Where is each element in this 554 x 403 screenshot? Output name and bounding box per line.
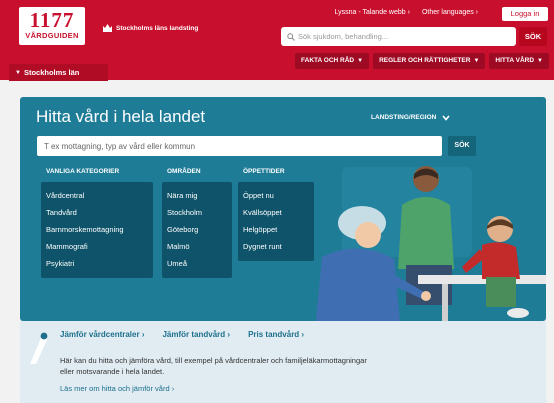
area-goteborg[interactable]: Göteborg bbox=[162, 221, 232, 238]
site-header: 1177 VÅRDGUIDEN Stockholms läns landstin… bbox=[0, 0, 554, 81]
region-tab-label: Stockholms län bbox=[23, 68, 80, 77]
nav-regler-label: REGLER OCH RÄTTIGHETER bbox=[379, 57, 471, 64]
logo[interactable]: 1177 VÅRDGUIDEN bbox=[19, 7, 85, 45]
hours-helgoppet[interactable]: Helgöppet bbox=[238, 221, 314, 238]
nav-hitta-label: HITTA VÅRD bbox=[495, 57, 535, 64]
area-nara-mig[interactable]: Nära mig bbox=[162, 187, 232, 204]
other-languages-label: Other languages bbox=[421, 9, 474, 16]
find-care-panel: Hitta vård i hela landet LANDSTING/REGIO… bbox=[20, 97, 546, 321]
hours-kvallsoppet[interactable]: Kvällsöppet bbox=[238, 204, 314, 221]
chevron-down-icon: ▼ bbox=[15, 69, 21, 76]
compare-links: Jämför vårdcentraler › Jämför tandvård ›… bbox=[60, 330, 304, 339]
listen-link[interactable]: Lyssna - Talande webb › bbox=[334, 9, 410, 16]
page-title: Hitta vård i hela landet bbox=[36, 107, 206, 126]
county-crown-icon bbox=[103, 24, 112, 32]
category-tandvard[interactable]: Tandvård bbox=[41, 204, 153, 221]
logo-text: VÅRDGUIDEN bbox=[25, 31, 79, 40]
main-nav: FAKTA OCH RÅD ▼ REGLER OCH RÄTTIGHETER ▼… bbox=[295, 53, 549, 69]
logo-number: 1177 bbox=[29, 8, 75, 32]
area-umea[interactable]: Umeå bbox=[162, 255, 232, 272]
region-selector-label: LANDSTING/REGION bbox=[371, 114, 437, 121]
site-search-button[interactable]: SÖK bbox=[519, 27, 547, 46]
pris-tandvard-link[interactable]: Pris tandvård › bbox=[248, 330, 304, 339]
site-search bbox=[281, 27, 516, 46]
area-stockholm[interactable]: Stockholm bbox=[162, 204, 232, 221]
pris-tandvard-label: Pris tandvård bbox=[248, 330, 300, 339]
category-barnmorskemottagning[interactable]: Barnmorskemottagning bbox=[41, 221, 153, 238]
care-search bbox=[37, 136, 442, 156]
site-search-input[interactable] bbox=[298, 32, 498, 41]
category-mammografi[interactable]: Mammografi bbox=[41, 238, 153, 255]
login-button[interactable]: Logga in bbox=[502, 7, 548, 21]
categories-heading: VANLIGA KATEGORIER bbox=[46, 168, 120, 175]
info-description: Här kan du hitta och jämföra vård, till … bbox=[60, 356, 367, 376]
chevron-down-icon: ▼ bbox=[357, 58, 364, 64]
read-more-label: Läs mer om hitta och jämför vård bbox=[60, 384, 170, 393]
nav-fakta-label: FAKTA OCH RÅD bbox=[301, 57, 355, 64]
category-vardcentral[interactable]: Vårdcentral bbox=[41, 187, 153, 204]
chevron-down-icon: ▼ bbox=[537, 58, 543, 64]
chevron-down-icon bbox=[442, 114, 450, 121]
opening-hours-list: Öppet nu Kvällsöppet Helgöppet Dygnet ru… bbox=[238, 182, 314, 261]
compare-tandvard-label: Jämför tandvård bbox=[162, 330, 226, 339]
other-languages-link[interactable]: Other languages › bbox=[422, 9, 478, 16]
county-logo[interactable]: Stockholms läns landsting bbox=[102, 23, 198, 33]
nav-fakta-och-rad[interactable]: FAKTA OCH RÅD ▼ bbox=[295, 53, 370, 69]
nav-regler-och-rattigheter[interactable]: REGLER OCH RÄTTIGHETER ▼ bbox=[373, 53, 486, 69]
county-name: Stockholms läns landsting bbox=[116, 24, 199, 32]
region-tab[interactable]: ▼ Stockholms län bbox=[9, 64, 108, 81]
care-search-button[interactable]: SÖK bbox=[448, 136, 476, 156]
category-psykiatri[interactable]: Psykiatri bbox=[41, 255, 153, 272]
compare-care-box: Jämför vårdcentraler › Jämför tandvård ›… bbox=[20, 321, 546, 403]
care-search-input[interactable] bbox=[44, 141, 439, 151]
top-links: Lyssna - Talande webb › Other languages … bbox=[334, 9, 478, 16]
region-selector[interactable]: LANDSTING/REGION bbox=[371, 114, 450, 121]
compare-vardcentraler-label: Jämför vårdcentraler bbox=[60, 330, 140, 339]
opening-hours-heading: ÖPPETTIDER bbox=[243, 168, 285, 175]
info-icon bbox=[30, 332, 48, 364]
hours-dygnet-runt[interactable]: Dygnet runt bbox=[238, 238, 314, 255]
doctor-patient-illustration bbox=[316, 166, 546, 321]
areas-list: Nära mig Stockholm Göteborg Malmö Umeå bbox=[162, 182, 232, 278]
listen-link-label: Lyssna - Talande webb bbox=[334, 9, 406, 16]
categories-list: Vårdcentral Tandvård Barnmorskemottagnin… bbox=[41, 182, 153, 278]
areas-heading: OMRÅDEN bbox=[167, 168, 201, 175]
compare-tandvard-link[interactable]: Jämför tandvård › bbox=[162, 330, 230, 339]
hours-oppet-nu[interactable]: Öppet nu bbox=[238, 187, 314, 204]
read-more-link[interactable]: Läs mer om hitta och jämför vård › bbox=[60, 384, 174, 393]
nav-hitta-vard[interactable]: HITTA VÅRD ▼ bbox=[489, 53, 549, 69]
compare-vardcentraler-link[interactable]: Jämför vårdcentraler › bbox=[60, 330, 144, 339]
chevron-down-icon: ▼ bbox=[473, 58, 480, 64]
area-malmo[interactable]: Malmö bbox=[162, 238, 232, 255]
search-icon bbox=[287, 32, 295, 41]
